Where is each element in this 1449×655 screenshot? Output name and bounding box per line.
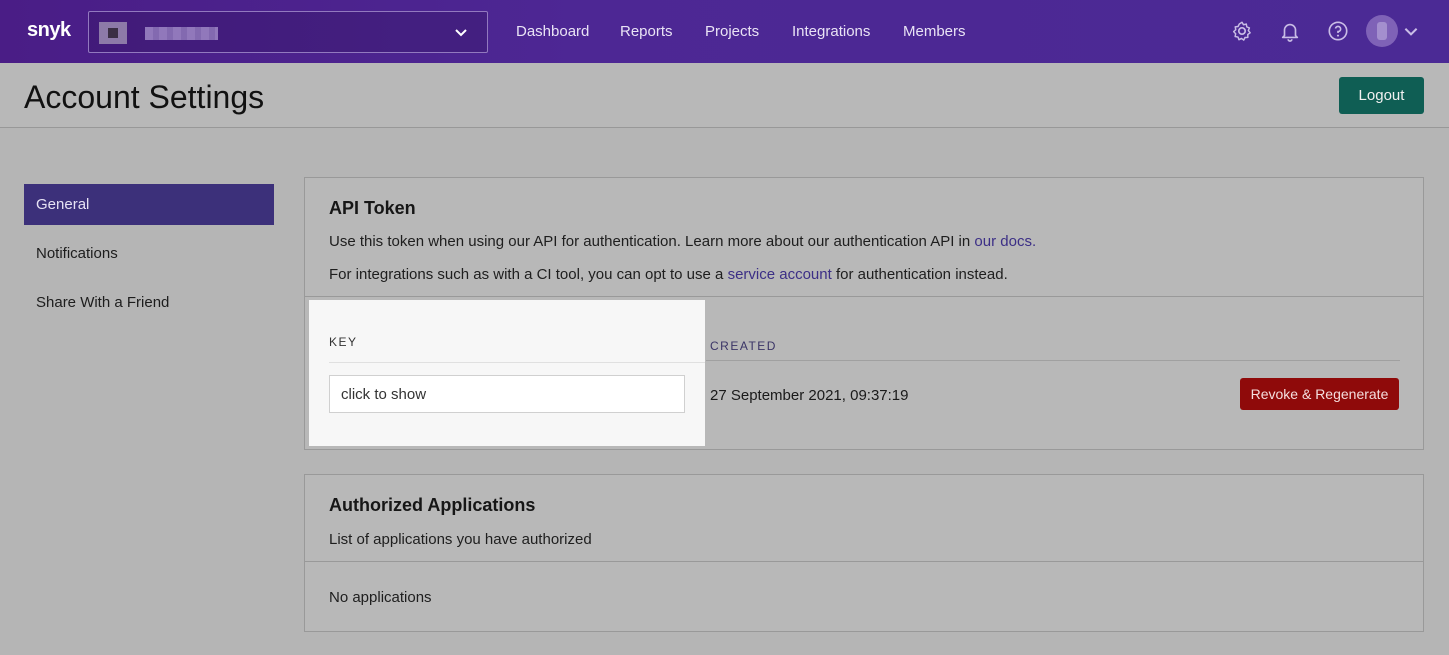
authorized-apps-subtitle: List of applications you have authorized: [329, 531, 592, 548]
sidebar-item-share-with-friend[interactable]: Share With a Friend: [24, 282, 274, 323]
panel-divider: [305, 296, 1423, 297]
nav-projects[interactable]: Projects: [705, 23, 759, 40]
chevron-down-icon[interactable]: [1402, 22, 1420, 40]
user-avatar[interactable]: [1366, 15, 1398, 47]
key-header-line: [329, 362, 705, 363]
snyk-logo[interactable]: snyk: [27, 19, 71, 42]
authorized-apps-title: Authorized Applications: [329, 495, 536, 515]
key-column-header: KEY: [329, 335, 358, 349]
service-account-link[interactable]: service account: [728, 266, 832, 283]
panel-divider: [305, 561, 1423, 562]
nav-members[interactable]: Members: [903, 23, 966, 40]
sidebar-item-notifications[interactable]: Notifications: [24, 233, 274, 274]
key-highlight-box: KEY: [309, 300, 705, 446]
authorized-apps-panel: Authorized Applications List of applicat…: [304, 474, 1424, 632]
bell-icon[interactable]: [1279, 20, 1301, 42]
nav-dashboard[interactable]: Dashboard: [516, 23, 589, 40]
revoke-regenerate-button[interactable]: Revoke & Regenerate: [1240, 378, 1399, 410]
top-nav: snyk Dashboard Reports Projects Integrat…: [0, 0, 1449, 63]
service-note-before: For integrations such as with a CI tool,…: [329, 266, 728, 283]
logout-button[interactable]: Logout: [1339, 77, 1424, 114]
page-header: Account Settings Logout: [0, 63, 1449, 128]
api-token-title: API Token: [329, 198, 416, 218]
created-value: 27 September 2021, 09:37:19: [710, 387, 909, 404]
created-column-header: CREATED: [710, 339, 777, 353]
our-docs-link[interactable]: our docs.: [974, 233, 1036, 250]
api-token-desc-text: Use this token when using our API for au…: [329, 233, 975, 250]
chevron-down-icon: [455, 29, 467, 37]
service-account-note: For integrations such as with a CI tool,…: [329, 266, 1008, 283]
help-icon[interactable]: [1327, 20, 1349, 42]
gear-icon[interactable]: [1231, 20, 1253, 42]
sidebar-item-general[interactable]: General: [24, 184, 274, 225]
api-key-input[interactable]: [329, 375, 685, 413]
service-note-after: for authentication instead.: [831, 266, 1008, 283]
table-header-line: [706, 360, 1400, 361]
page-title: Account Settings: [24, 79, 265, 115]
org-name-redacted: [145, 27, 218, 40]
api-token-description: Use this token when using our API for au…: [329, 233, 1036, 250]
nav-reports[interactable]: Reports: [620, 23, 673, 40]
org-avatar: [99, 22, 127, 44]
org-selector[interactable]: [88, 11, 488, 53]
nav-integrations[interactable]: Integrations: [792, 23, 870, 40]
no-applications-text: No applications: [329, 589, 432, 606]
